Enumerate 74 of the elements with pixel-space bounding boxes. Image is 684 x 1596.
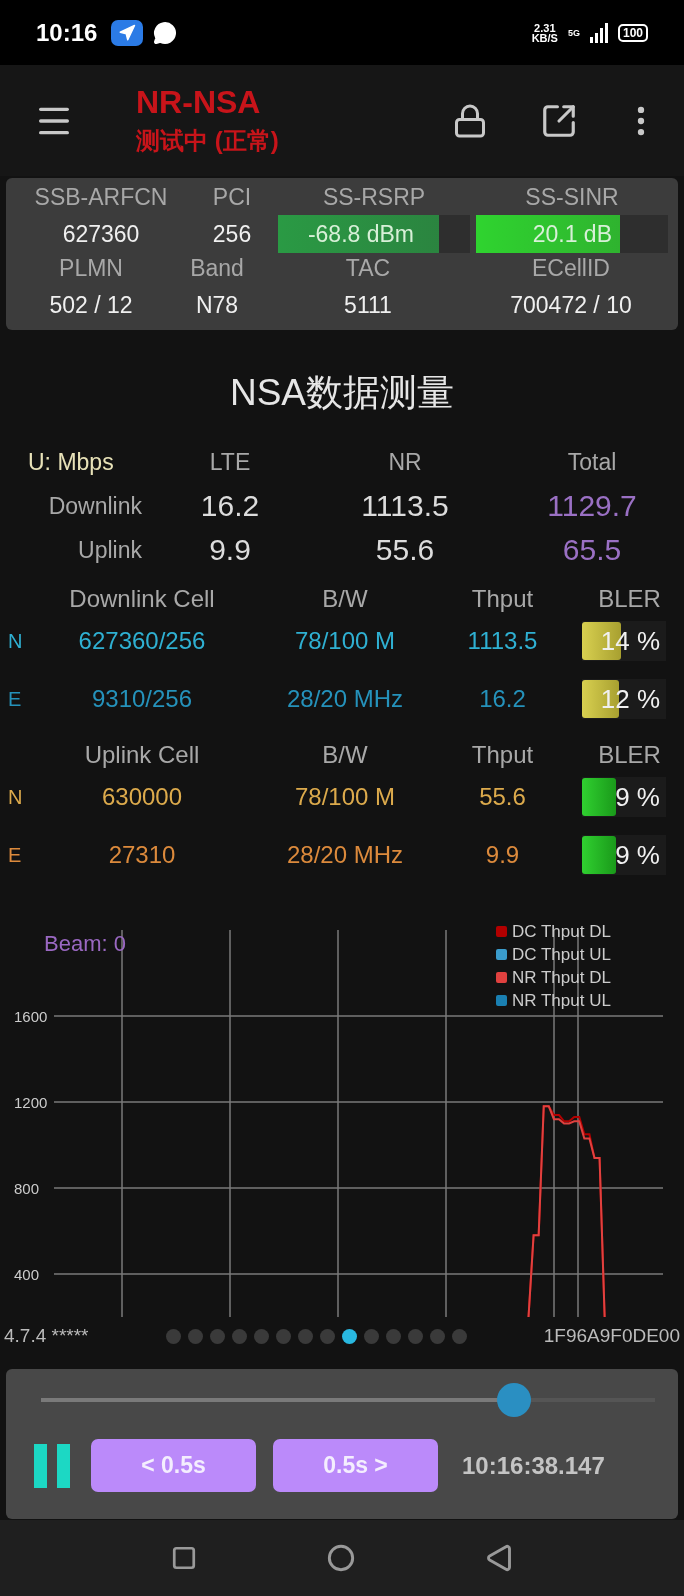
table-cell-text: 16.2 (199, 489, 261, 523)
table-cell-text: 1113.5 (466, 626, 539, 656)
column-header: LTE (208, 448, 252, 476)
meter-value: -68.8 dBm (307, 220, 415, 248)
axis-tick-label: 400 (14, 1265, 40, 1283)
device-id: 1F96A9F0DE00 (543, 1325, 680, 1347)
table-cell-text: 9.9 (208, 533, 252, 567)
table-cell-text: 27310 (107, 840, 177, 870)
rat-label: E (7, 687, 23, 711)
info-label: TAC (345, 255, 391, 282)
info-value: 5111 (344, 291, 392, 320)
column-header: BLER (597, 586, 662, 612)
speed-unit: KB/S (531, 32, 558, 43)
info-value: 502 / 12 (49, 291, 133, 320)
info-label: SS-RSRP (322, 184, 426, 211)
beam-label: Beam: 0 (44, 931, 126, 956)
column-header: Downlink Cell (68, 586, 216, 612)
info-value: 627360 (62, 220, 140, 249)
network-speed: 2.31 (534, 22, 556, 33)
table-cell-text: 78/100 M (293, 782, 397, 812)
legend-label: NR Thput DL (512, 968, 611, 987)
table-cell-text: 65.5 (561, 533, 623, 567)
legend-label: DC Thput DL (512, 924, 611, 941)
axis-tick-label: 1600 (14, 1007, 48, 1025)
info-value: 256 (212, 220, 252, 249)
table-cell-text: 627360/256 (77, 626, 207, 656)
row-label: Uplink (77, 536, 143, 564)
legend-label: NR Thput UL (512, 991, 611, 1010)
rat-label: E (7, 843, 23, 867)
row-label: Downlink (47, 492, 143, 520)
info-value: N78 (195, 291, 239, 320)
info-label: Band (190, 255, 244, 282)
column-header: B/W (321, 586, 369, 612)
table-cell-text: 16.2 (478, 684, 527, 714)
column-header: BLER (597, 742, 662, 768)
table-cell-text: 1113.5 (360, 489, 450, 523)
bler-value: 9 % (615, 781, 661, 813)
section-title: NSA数据测量 (228, 371, 456, 415)
table-cell-text: 28/20 MHz (285, 684, 405, 714)
rat-label: N (7, 785, 24, 809)
meter-value: 20.1 dB (532, 220, 613, 248)
table-cell-text: 55.6 (478, 782, 527, 812)
clock: 10:16 (36, 18, 98, 47)
table-cell-text: 9310/256 (90, 684, 194, 714)
info-label: PCI (212, 184, 252, 211)
info-label: ECellID (532, 255, 610, 282)
app-title: NR-NSA (136, 84, 262, 121)
column-header: B/W (321, 742, 369, 768)
network-type: 5G (567, 27, 580, 38)
column-header: U: Mbps (27, 448, 115, 476)
axis-tick-label: 1200 (14, 1093, 48, 1111)
column-header: Total (566, 448, 618, 476)
info-label: SS-SINR (525, 184, 619, 211)
test-status: 测试中 (正常) (136, 126, 279, 156)
legend-label: DC Thput UL (512, 945, 611, 964)
table-cell-text: 28/20 MHz (285, 840, 405, 870)
column-header: NR (387, 448, 423, 476)
info-value: 700472 / 10 (510, 291, 632, 320)
table-cell-text: 55.6 (374, 533, 436, 567)
bler-value: 9 % (615, 839, 661, 871)
table-cell-text: 9.9 (484, 840, 521, 870)
column-header: Uplink Cell (83, 742, 201, 768)
battery-level: 100 (617, 23, 648, 42)
column-header: Thput (470, 586, 535, 612)
table-cell-text: 630000 (100, 782, 184, 812)
info-label: SSB-ARFCN (34, 184, 168, 211)
table-cell-text: 78/100 M (293, 626, 397, 656)
rat-label: N (7, 629, 24, 653)
info-label: PLMN (59, 255, 123, 282)
table-cell-text: 1129.7 (546, 489, 638, 523)
playback-time: 10:16:38.147 (462, 1451, 605, 1480)
column-header: Thput (470, 742, 535, 768)
axis-tick-label: 800 (14, 1179, 40, 1197)
app-version: 4.7.4 ***** (4, 1325, 89, 1347)
